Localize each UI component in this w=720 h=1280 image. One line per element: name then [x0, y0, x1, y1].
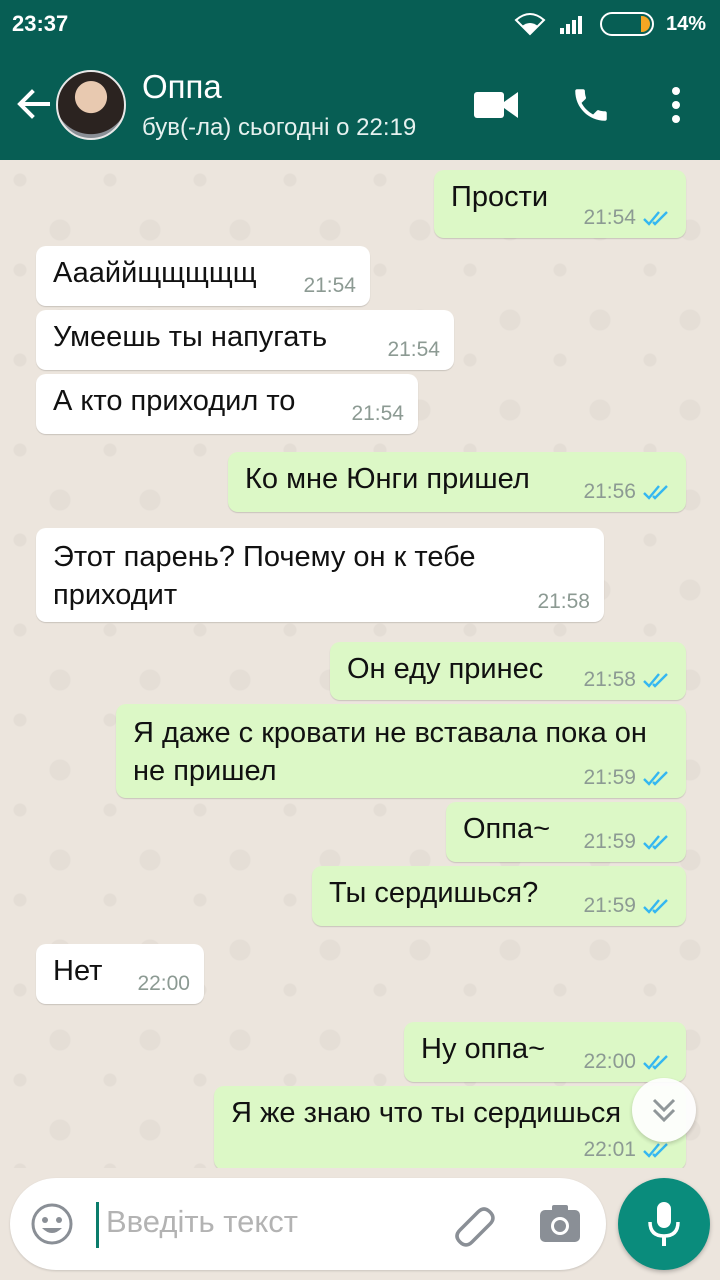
read-ticks-icon: [643, 899, 668, 914]
back-arrow-icon[interactable]: [14, 84, 54, 124]
message-outgoing[interactable]: Ты сердишься? 21:59: [312, 866, 686, 926]
message-outgoing[interactable]: Ну оппа~ 22:00: [404, 1022, 686, 1082]
chevron-double-down-icon: [652, 1098, 676, 1123]
wifi-icon: [514, 13, 546, 36]
message-outgoing[interactable]: Оппа~ 21:59: [446, 802, 686, 862]
message-input-bar: Введіть текст: [10, 1178, 606, 1270]
message-outgoing[interactable]: Ко мне Юнги пришел 21:56: [228, 452, 686, 512]
message-time: 22:00: [583, 1050, 636, 1073]
emoji-icon[interactable]: [30, 1202, 74, 1246]
last-seen[interactable]: був(-ла) сьогодні о 22:19: [142, 114, 416, 142]
chat-header: Оппа був(-ла) сьогодні о 22:19: [0, 48, 720, 160]
mic-button[interactable]: [618, 1178, 710, 1270]
message-time: 21:58: [583, 668, 636, 691]
message-outgoing[interactable]: Я даже с кровати не вставала пока он не …: [116, 704, 686, 798]
more-vert-icon[interactable]: [666, 86, 686, 124]
message-incoming[interactable]: Нет 22:00: [36, 944, 204, 1004]
message-time: 21:54: [387, 338, 440, 361]
message-input[interactable]: Введіть текст: [106, 1204, 298, 1240]
read-ticks-icon: [643, 771, 668, 786]
message-time: 21:59: [583, 766, 636, 789]
attach-icon[interactable]: [450, 1200, 498, 1248]
message-time: 21:54: [351, 402, 404, 425]
read-ticks-icon: [643, 835, 668, 850]
chat-area[interactable]: Прости 21:54 Аааййщщщщщ 21:54 Умеешь ты …: [0, 160, 720, 1168]
message-time: 21:58: [537, 590, 590, 613]
phone-icon[interactable]: [570, 84, 612, 126]
message-time: 21:59: [583, 830, 636, 853]
message-outgoing[interactable]: Он еду принес 21:58: [330, 642, 686, 700]
read-ticks-icon: [643, 211, 668, 226]
signal-icon: [559, 16, 582, 34]
message-incoming[interactable]: А кто приходил то 21:54: [36, 374, 418, 434]
text-caret: [96, 1202, 99, 1248]
message-time: 21:54: [583, 206, 636, 229]
battery-icon: [599, 12, 654, 36]
message-time: 21:59: [583, 894, 636, 917]
read-ticks-icon: [643, 1143, 668, 1158]
message-time: 22:01: [583, 1138, 636, 1161]
message-time: 22:00: [137, 972, 190, 995]
status-bar: 23:37 14%: [0, 0, 720, 48]
message-incoming[interactable]: Умеешь ты напугать 21:54: [36, 310, 454, 370]
message-outgoing[interactable]: Прости 21:54: [434, 170, 686, 238]
message-time: 21:54: [303, 274, 356, 297]
read-ticks-icon: [643, 485, 668, 500]
contact-name[interactable]: Оппа: [142, 68, 222, 106]
message-incoming[interactable]: Этот парень? Почему он к тебе приходит 2…: [36, 528, 604, 622]
video-call-icon[interactable]: [474, 90, 518, 120]
scroll-to-bottom-button[interactable]: [632, 1078, 696, 1142]
camera-icon[interactable]: [538, 1202, 582, 1246]
read-ticks-icon: [643, 1055, 668, 1070]
read-ticks-icon: [643, 673, 668, 688]
status-time: 23:37: [12, 11, 69, 36]
avatar[interactable]: [56, 70, 126, 140]
mic-icon: [648, 1202, 680, 1246]
message-time: 21:56: [583, 480, 636, 503]
message-incoming[interactable]: Аааййщщщщщ 21:54: [36, 246, 370, 306]
message-outgoing[interactable]: Я же знаю что ты сердишься 22:01: [214, 1086, 686, 1168]
battery-percent: 14%: [665, 12, 706, 35]
